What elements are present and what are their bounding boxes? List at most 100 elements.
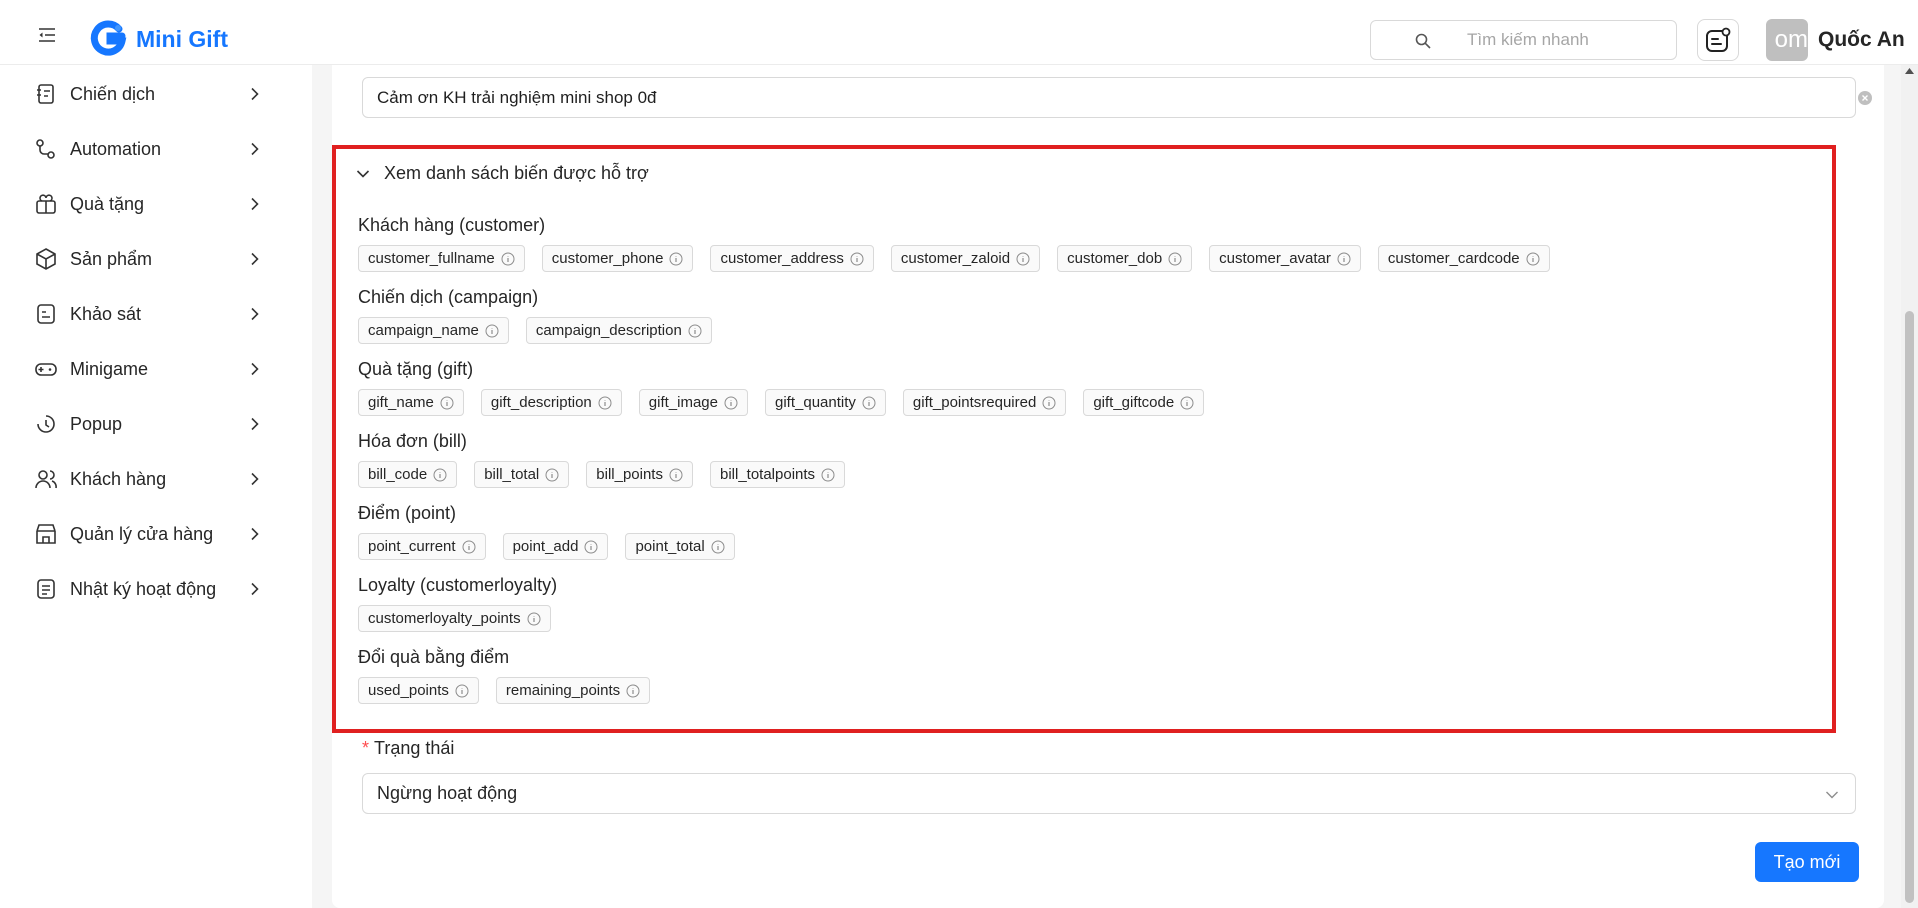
menu-collapse-icon[interactable] [38, 28, 58, 44]
survey-icon [37, 304, 55, 324]
chevron-down-icon [1826, 791, 1838, 799]
variable-tag[interactable]: gift_name [358, 389, 464, 416]
status-select[interactable]: Ngừng hoạt động [362, 773, 1856, 814]
variable-tag[interactable]: bill_code [358, 461, 458, 488]
sidebar-item-automation[interactable]: Automation [0, 126, 312, 172]
variable-tag-row: used_points remaining_points [358, 677, 667, 704]
variable-tag[interactable]: customer_avatar [1209, 245, 1361, 272]
variable-group-title: Điểm (point) [358, 503, 457, 523]
variable-tag[interactable]: customer_zaloid [890, 245, 1041, 272]
sidebar-item-activity-log[interactable]: Nhật ký hoạt động [0, 566, 312, 612]
variable-tag[interactable]: used_points [358, 677, 479, 704]
create-button[interactable]: Tạo mới [1755, 842, 1859, 882]
info-icon [545, 468, 559, 481]
automation-icon [36, 139, 55, 159]
user-name[interactable]: Quốc An [1818, 24, 1905, 56]
variable-tag[interactable]: customer_fullname [358, 245, 525, 272]
variable-tag[interactable]: gift_pointsrequired [902, 389, 1067, 416]
sidebar-item-survey[interactable]: Khảo sát [0, 291, 312, 337]
info-icon [598, 396, 612, 409]
message-title-field[interactable] [362, 77, 1872, 118]
variable-tag-row: customerloyalty_points [358, 605, 568, 632]
status-select-value: Ngừng hoạt động [377, 783, 518, 803]
variable-group-title: Chiến dịch (campaign) [358, 287, 539, 307]
chevron-right-icon [251, 307, 259, 321]
notification-button[interactable] [1697, 19, 1739, 61]
variable-tag[interactable]: customer_phone [541, 245, 694, 272]
message-title-input[interactable] [377, 78, 1777, 117]
variable-tag[interactable]: point_total [625, 533, 735, 560]
variable-tag[interactable]: point_current [358, 533, 486, 560]
variable-tag[interactable]: point_add [502, 533, 609, 560]
product-box-icon [36, 248, 56, 270]
variable-tag[interactable]: remaining_points [495, 677, 651, 704]
variable-group-title: Khách hàng (customer) [358, 215, 546, 235]
sidebar-item-campaign[interactable]: Chiến dịch [0, 71, 312, 117]
chevron-right-icon [251, 527, 259, 541]
variable-tag[interactable]: customerloyalty_points [358, 605, 551, 632]
chevron-right-icon [251, 582, 259, 596]
scrollbar-thumb[interactable] [1905, 311, 1914, 903]
variable-tag-label: campaign_name [368, 322, 479, 339]
variable-tag-label: customer_avatar [1219, 250, 1331, 267]
variable-tag-label: customer_dob [1067, 250, 1163, 267]
variable-tag[interactable]: gift_quantity [765, 389, 886, 416]
variable-group-title: Loyalty (customerloyalty) [358, 575, 558, 595]
sidebar-item-label: Chiến dịch [70, 83, 156, 104]
supported-variables-label: Xem danh sách biến được hỗ trợ [384, 163, 649, 183]
search-input[interactable] [1467, 21, 1667, 59]
info-icon [821, 468, 835, 481]
scroll-up-arrow-icon[interactable] [1905, 68, 1914, 74]
variable-tag[interactable]: campaign_description [525, 317, 712, 344]
info-icon [462, 540, 476, 553]
info-icon [1526, 252, 1540, 265]
variable-tag[interactable]: gift_image [638, 389, 748, 416]
variable-tag-label: customer_address [720, 250, 844, 267]
info-icon [584, 540, 598, 553]
info-icon [501, 252, 515, 265]
game-controller-icon [35, 363, 57, 376]
variable-tag-row: point_current point_add point_total [358, 533, 752, 560]
variable-tag-label: gift_name [368, 394, 434, 411]
quick-search[interactable] [1370, 20, 1677, 60]
info-icon [440, 396, 454, 409]
page-scrollbar[interactable] [1901, 65, 1918, 908]
variable-tag[interactable]: customer_cardcode [1377, 245, 1550, 272]
variable-tag[interactable]: customer_dob [1057, 245, 1193, 272]
sidebar-item-minigame[interactable]: Minigame [0, 346, 312, 392]
sidebar-item-products[interactable]: Sản phẩm [0, 236, 312, 282]
variable-tag[interactable]: bill_points [586, 461, 693, 488]
chevron-down-icon [356, 169, 370, 178]
variable-tag[interactable]: campaign_name [358, 317, 509, 344]
variable-tag[interactable]: bill_total [474, 461, 570, 488]
chevron-right-icon [251, 362, 259, 376]
popup-icon [37, 415, 55, 433]
variable-tag-label: bill_totalpoints [719, 466, 816, 483]
app-logo[interactable]: Mini Gift [88, 19, 228, 59]
sidebar-item-store-management[interactable]: Quản lý cửa hàng [0, 511, 312, 557]
notification-icon [1706, 27, 1731, 52]
variable-tag-label: gift_description [490, 394, 592, 411]
sidebar-item-label: Minigame [70, 358, 149, 379]
gift-icon [36, 194, 56, 214]
variable-tag-label: gift_pointsrequired [912, 394, 1037, 411]
variable-tag[interactable]: gift_description [480, 389, 622, 416]
avatar[interactable]: om [1766, 19, 1808, 61]
sidebar-item-customers[interactable]: Khách hàng [0, 456, 312, 502]
required-mark: * [362, 738, 370, 758]
variable-tag[interactable]: gift_giftcode [1083, 389, 1205, 416]
variable-tag-label: customer_phone [551, 250, 664, 267]
supported-variables-toggle[interactable]: Xem danh sách biến được hỗ trợ [356, 163, 649, 184]
chevron-right-icon [251, 252, 259, 266]
top-header: Mini Gift om Quốc An [0, 0, 1918, 65]
info-icon [485, 324, 499, 337]
variable-tag-label: customer_zaloid [900, 250, 1011, 267]
variable-tag[interactable]: bill_totalpoints [709, 461, 846, 488]
campaign-icon [37, 84, 54, 104]
sidebar-item-popup[interactable]: Popup [0, 401, 312, 447]
variable-tag-label: campaign_description [535, 322, 682, 339]
variable-tag-label: point_total [635, 538, 705, 555]
variable-tag[interactable]: customer_address [710, 245, 874, 272]
sidebar-item-gifts[interactable]: Quà tặng [0, 181, 312, 227]
clear-icon[interactable] [1857, 90, 1873, 106]
